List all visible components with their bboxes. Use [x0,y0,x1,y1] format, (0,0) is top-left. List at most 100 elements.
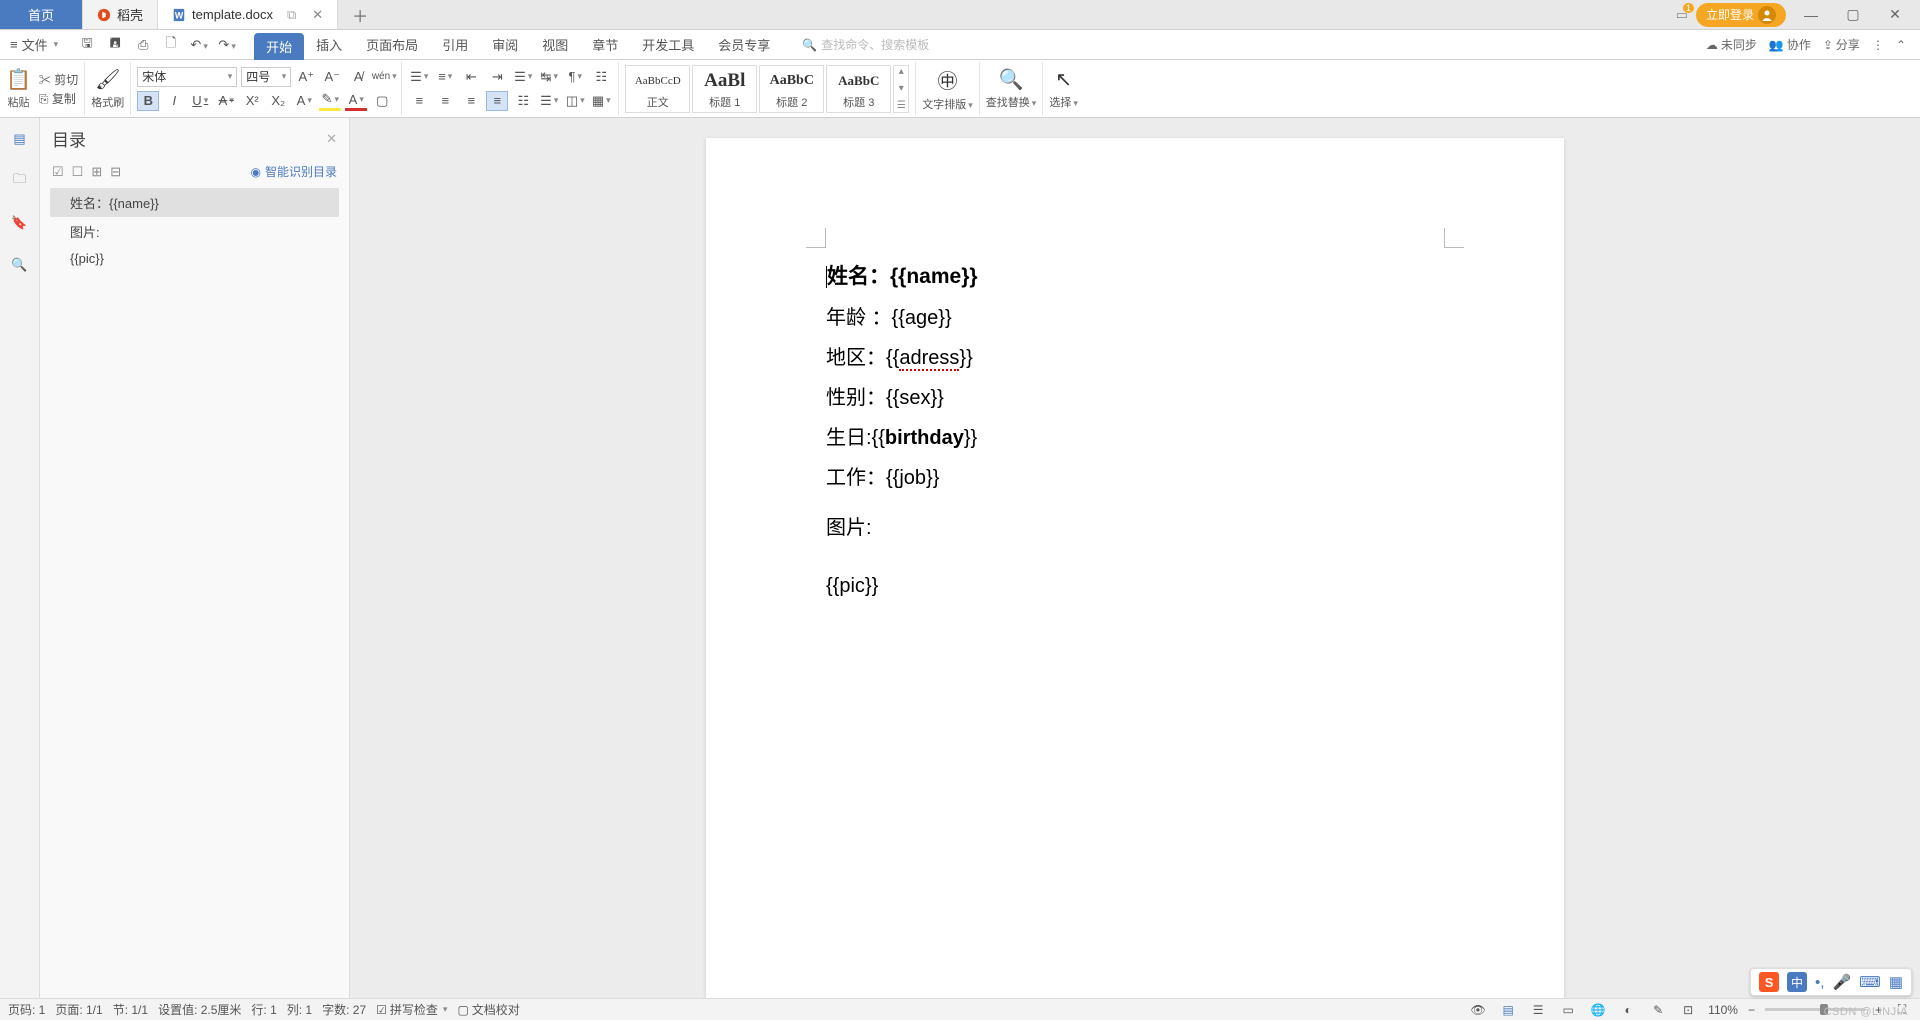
indent-dec-button[interactable]: ⇤ [460,67,482,87]
toc-item[interactable]: 图片: [50,217,339,246]
zoom-level[interactable]: 110% [1708,1003,1738,1017]
tab-dev[interactable]: 开发工具 [630,30,706,59]
edit-mode-icon[interactable]: ✎ [1648,1003,1668,1017]
clear-format-icon[interactable]: A̸ [347,67,369,87]
copy-button[interactable]: ⎘ 复制 [39,90,78,107]
select-icon[interactable]: ↖ [1055,67,1072,92]
doc-line[interactable]: 年龄 ：{{age}} [826,298,1444,338]
style-body[interactable]: AaBbCcD正文 [625,65,690,113]
style-h2[interactable]: AaBbC标题 2 [759,65,824,113]
rail-search-icon[interactable]: 🔍 [9,254,31,276]
toc-expand-icon[interactable]: ☐ [72,164,84,180]
phonetic-icon[interactable]: wén▾ [373,67,395,87]
new-tab-button[interactable]: ＋ [338,0,382,29]
tab-view[interactable]: 视图 [530,30,580,59]
tab-vip[interactable]: 会员专享 [706,30,782,59]
save-icon[interactable]: 🖫 [78,34,96,56]
tab-stop-button[interactable]: ↹▾ [538,67,560,87]
font-size-select[interactable]: 四号▾ [241,67,291,87]
view-web-icon[interactable]: 🌐 [1588,1003,1608,1017]
box-icon[interactable]: ▭1 [1676,7,1688,23]
align-center-button[interactable]: ≡ [434,91,456,111]
file-menu[interactable]: ≡ 文件 ▾ [0,35,68,54]
close-button[interactable]: ✕ [1878,6,1912,23]
page[interactable]: 姓名：{{name}} 年龄 ：{{age}} 地区：{{adress}} 性别… [706,138,1564,998]
status-section[interactable]: 节: 1/1 [113,1001,148,1018]
ime-logo-icon[interactable]: S [1759,972,1779,992]
styles-more-button[interactable]: ▴▾☰ [893,65,909,113]
doc-line[interactable]: 地区：{{adress}} [826,338,1444,378]
view-read-icon[interactable]: ▭ [1558,1003,1578,1017]
search-box[interactable]: 🔍 查找命令、搜索模板 [802,36,929,53]
tab-home[interactable]: 首页 [0,0,83,29]
para-options-button[interactable]: ☷ [590,67,612,87]
ime-punct-icon[interactable]: •, [1815,974,1824,991]
view-outline-icon[interactable]: ☰ [1528,1003,1548,1017]
doc-line[interactable]: 姓名：{{name}} [826,256,1444,298]
print-icon[interactable]: ⎙ [134,37,152,53]
tab-start[interactable]: 开始 [254,33,304,60]
status-proof[interactable]: ▢ 文档校对 [457,1001,519,1018]
tab-close-icon[interactable]: ✕ [312,7,323,23]
doc-line[interactable]: 性别：{{sex}} [826,378,1444,418]
numbering-button[interactable]: ≡▾ [434,67,456,87]
tab-layout[interactable]: 页面布局 [354,30,430,59]
status-spell[interactable]: ☑ 拼写检查 ▾ [376,1001,447,1018]
doc-line[interactable]: {{pic}} [826,566,1444,606]
ime-lang-button[interactable]: 中 [1787,972,1807,992]
more-icon[interactable]: ⋮ [1872,38,1884,52]
font-color-button[interactable]: A▾ [345,91,367,111]
undo-icon[interactable]: ↶▾ [190,37,208,53]
share-button[interactable]: ⇪分享 [1823,36,1860,53]
text-effect-button[interactable]: A▾ [293,91,315,111]
paste-icon[interactable]: 📋 [6,67,31,92]
align-justify-button[interactable]: ≡ [486,91,508,111]
fit-page-icon[interactable]: ⊡ [1678,1003,1698,1017]
superscript-button[interactable]: X² [241,91,263,111]
eye-icon[interactable]: 👁 [1468,1003,1488,1017]
view-focus-icon[interactable]: ◐ [1618,1003,1638,1017]
unsync-button[interactable]: ☁未同步 [1706,36,1757,53]
collapse-ribbon-icon[interactable]: ⌃ [1896,38,1906,52]
status-setting[interactable]: 设置值: 2.5厘米 [158,1001,241,1018]
toc-add-icon[interactable]: ⊞ [91,164,102,180]
style-h3[interactable]: AaBbC标题 3 [826,65,891,113]
highlight-button[interactable]: ✎▾ [319,91,341,111]
tab-insert[interactable]: 插入 [304,30,354,59]
bold-button[interactable]: B [137,91,159,111]
tab-popout-icon[interactable]: ⧉ [287,7,296,23]
shading-button[interactable]: ◫▾ [564,91,586,111]
toc-close-icon[interactable]: ✕ [326,131,337,147]
status-page[interactable]: 页面: 1/1 [55,1001,102,1018]
status-page-code[interactable]: 页码: 1 [8,1001,45,1018]
shrink-font-icon[interactable]: A⁻ [321,67,343,87]
maximize-button[interactable]: ▢ [1836,6,1870,23]
subscript-button[interactable]: X₂ [267,91,289,111]
ime-keyboard-icon[interactable]: ⌨ [1859,973,1881,991]
find-icon[interactable]: 🔍 [999,67,1024,92]
align-left-button[interactable]: ≡ [408,91,430,111]
indent-inc-button[interactable]: ⇥ [486,67,508,87]
italic-button[interactable]: I [163,91,185,111]
style-h1[interactable]: AaBl标题 1 [692,65,757,113]
toc-item[interactable]: {{pic}} [50,246,339,271]
show-marks-button[interactable]: ¶▾ [564,67,586,87]
distribute-button[interactable]: ☷ [512,91,534,111]
tab-document[interactable]: W template.docx ⧉ ✕ [158,0,338,29]
toc-smart-button[interactable]: ◉智能识别目录 [251,163,338,180]
ime-menu-icon[interactable]: ▦ [1889,973,1903,991]
doc-line[interactable]: 工作：{{job}} [826,458,1444,498]
save-all-icon[interactable]: 🖪 [106,34,124,56]
bullets-button[interactable]: ☰▾ [408,67,430,87]
tab-ref[interactable]: 引用 [430,30,480,59]
collab-button[interactable]: 👥协作 [1769,36,1811,53]
redo-icon[interactable]: ↷▾ [218,37,236,53]
text-layout-icon[interactable]: ㊥ [938,65,958,94]
underline-button[interactable]: U▾ [189,91,211,111]
rail-toc-icon[interactable]: ▤ [9,128,31,150]
align-right-button[interactable]: ≡ [460,91,482,111]
sort-button[interactable]: ☰▾ [512,67,534,87]
line-spacing-button[interactable]: ☰▾ [538,91,560,111]
strike-button[interactable]: A▾ [215,91,237,111]
zoom-out-button[interactable]: − [1748,1003,1755,1017]
